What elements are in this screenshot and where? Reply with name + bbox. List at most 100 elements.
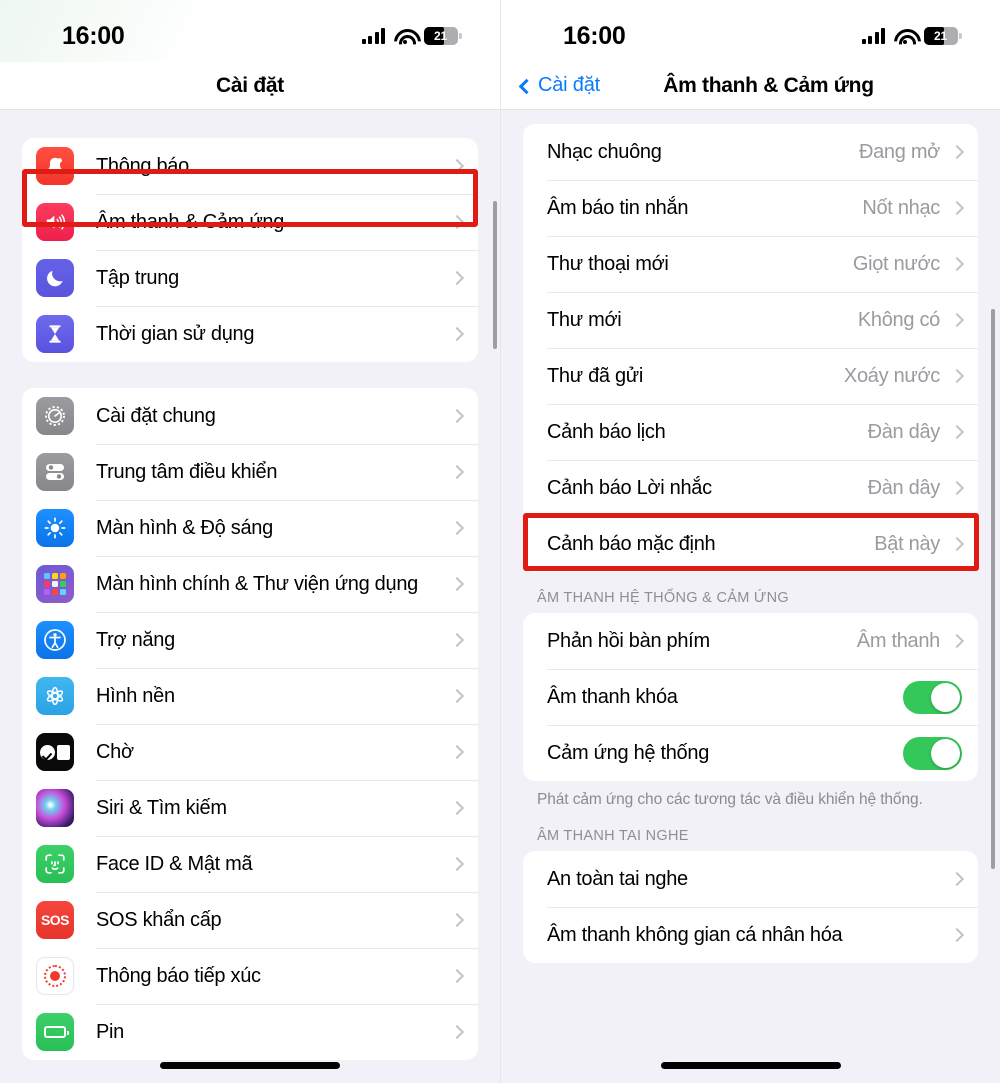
nav-bar-left: Cài đặt xyxy=(0,62,500,109)
row-value: Đàn dây xyxy=(867,420,941,443)
sidebar-item-display-brightness[interactable]: Màn hình & Độ sáng xyxy=(22,500,478,556)
row-headphone-safety[interactable]: An toàn tai nghe xyxy=(523,851,978,907)
chevron-right-icon xyxy=(449,576,465,592)
chevron-right-icon xyxy=(449,856,465,872)
chevron-left-icon xyxy=(518,78,535,94)
row-value: Bật này xyxy=(874,532,940,555)
row-keyboard-feedback[interactable]: Phản hồi bàn phím Âm thanh xyxy=(523,613,978,669)
row-value: Giọt nước xyxy=(852,252,940,275)
row-system-haptics[interactable]: Cảm ứng hệ thống xyxy=(523,725,978,781)
row-text-tone[interactable]: Âm báo tin nhắn Nốt nhạc xyxy=(523,180,978,236)
row-new-voicemail[interactable]: Thư thoại mới Giọt nước xyxy=(523,236,978,292)
row-ringtone[interactable]: Nhạc chuông Đang mở xyxy=(523,124,978,180)
sidebar-item-notifications[interactable]: Thông báo xyxy=(22,138,478,194)
battery-percent: 21 xyxy=(434,29,447,43)
row-label: Thư mới xyxy=(547,308,622,331)
chevron-right-icon xyxy=(949,312,965,328)
row-calendar-alerts[interactable]: Cảnh báo lịch Đàn dây xyxy=(523,404,978,460)
sidebar-item-standby[interactable]: Chờ xyxy=(22,724,478,780)
sidebar-item-label: Màn hình & Độ sáng xyxy=(96,516,273,539)
row-label: Cảnh báo lịch xyxy=(547,420,666,443)
sidebar-item-focus[interactable]: Tập trung xyxy=(22,250,478,306)
row-new-mail[interactable]: Thư mới Không có xyxy=(523,292,978,348)
chevron-right-icon xyxy=(449,968,465,984)
sidebar-item-general[interactable]: Cài đặt chung xyxy=(22,388,478,444)
chevron-right-icon xyxy=(449,520,465,536)
sidebar-item-label: Thông báo tiếp xúc xyxy=(96,964,261,987)
home-indicator-left xyxy=(160,1062,340,1069)
chevron-right-icon xyxy=(949,256,965,272)
status-bar-right: 16:00 21 xyxy=(501,0,1000,62)
scrollbar-left[interactable] xyxy=(493,201,497,349)
chevron-right-icon xyxy=(449,632,465,648)
speaker-icon xyxy=(36,203,74,241)
row-sent-mail[interactable]: Thư đã gửi Xoáy nước xyxy=(523,348,978,404)
sos-icon: SOS xyxy=(36,901,74,939)
battery-icon: 21 xyxy=(424,27,462,45)
sidebar-item-label: Màn hình chính & Thư viện ứng dụng xyxy=(96,572,418,595)
row-label: Nhạc chuông xyxy=(547,140,662,163)
settings-list-left: Thông báo Âm thanh & Cảm ứng Tập trung T… xyxy=(0,110,500,1083)
row-reminder-alerts[interactable]: Cảnh báo Lời nhắc Đàn dây xyxy=(523,460,978,516)
battery-settings-icon xyxy=(36,1013,74,1051)
sidebar-item-label: Cài đặt chung xyxy=(96,404,216,427)
accessibility-icon xyxy=(36,621,74,659)
sidebar-item-siri-search[interactable]: Siri & Tìm kiếm xyxy=(22,780,478,836)
chevron-right-icon xyxy=(449,744,465,760)
sidebar-item-accessibility[interactable]: Trợ năng xyxy=(22,612,478,668)
sidebar-item-label: Thời gian sử dụng xyxy=(96,322,255,345)
chevron-right-icon xyxy=(449,1024,465,1040)
dual-screenshot-container: 16:00 21 Cài đặt Thông báo Âm thanh & Cả… xyxy=(0,0,1000,1083)
sidebar-item-label: Âm thanh & Cảm ứng xyxy=(96,210,285,233)
toggle-system-haptics[interactable] xyxy=(903,736,962,770)
page-title-left: Cài đặt xyxy=(216,73,284,97)
row-personalized-spatial-audio[interactable]: Âm thanh không gian cá nhân hóa xyxy=(523,907,978,963)
row-value: Đang mở xyxy=(858,140,940,163)
sidebar-item-label: Siri & Tìm kiếm xyxy=(96,796,227,819)
exposure-glyph xyxy=(44,965,66,987)
nav-bar-right: Cài đặt Âm thanh & Cảm ứng xyxy=(501,62,1000,109)
chevron-right-icon xyxy=(449,688,465,704)
sidebar-item-screen-time[interactable]: Thời gian sử dụng xyxy=(22,306,478,362)
chevron-right-icon xyxy=(949,928,965,943)
sidebar-item-label: Trung tâm điều khiển xyxy=(96,460,278,483)
sidebar-item-label: SOS khẩn cấp xyxy=(96,908,222,931)
row-value: Không có xyxy=(857,308,940,331)
back-button[interactable]: Cài đặt xyxy=(518,74,600,97)
chevron-right-icon xyxy=(949,536,965,552)
sidebar-item-label: Pin xyxy=(96,1020,125,1043)
row-label: Âm thanh không gian cá nhân hóa xyxy=(547,923,843,946)
chevron-right-icon xyxy=(949,872,965,887)
wallpaper-icon xyxy=(36,677,74,715)
sidebar-item-emergency-sos[interactable]: SOS SOS khẩn cấp xyxy=(22,892,478,948)
sidebar-item-control-center[interactable]: Trung tâm điều khiển xyxy=(22,444,478,500)
chevron-right-icon xyxy=(449,800,465,816)
brightness-icon xyxy=(36,509,74,547)
row-lock-sound[interactable]: Âm thanh khóa xyxy=(523,669,978,725)
faceid-icon xyxy=(36,845,74,883)
scrollbar-right[interactable] xyxy=(991,309,995,869)
sidebar-item-label: Trợ năng xyxy=(96,628,175,651)
status-icon-group: 21 xyxy=(861,27,962,45)
chevron-right-icon xyxy=(449,214,465,230)
chevron-right-icon xyxy=(949,424,965,440)
section-header-system-sounds: ÂM THANH HỆ THỐNG & CẢM ỨNG xyxy=(537,590,789,606)
exposure-notification-icon xyxy=(36,957,74,995)
right-phone-screen: 16:00 21 Cài đặt Âm thanh & Cảm ứng Nhạc… xyxy=(500,0,1000,1083)
battery-glyph xyxy=(44,1026,69,1038)
sidebar-item-home-screen[interactable]: Màn hình chính & Thư viện ứng dụng xyxy=(22,556,478,612)
row-label: Phản hồi bàn phím xyxy=(547,629,710,652)
sidebar-item-sounds-haptics[interactable]: Âm thanh & Cảm ứng xyxy=(22,194,478,250)
settings-group-2: Cài đặt chung Trung tâm điều khiển Màn h… xyxy=(22,388,478,1060)
toggle-lock-sound[interactable] xyxy=(903,680,962,714)
sidebar-item-wallpaper[interactable]: Hình nền xyxy=(22,668,478,724)
sidebar-item-label: Chờ xyxy=(96,740,134,763)
sidebar-item-exposure-notifications[interactable]: Thông báo tiếp xúc xyxy=(22,948,478,1004)
chevron-right-icon xyxy=(949,633,965,649)
sidebar-item-battery[interactable]: Pin xyxy=(22,1004,478,1060)
status-clock: 16:00 xyxy=(563,21,626,50)
row-default-alerts[interactable]: Cảnh báo mặc định Bật này xyxy=(523,516,978,572)
grid-glyph xyxy=(44,573,66,595)
sidebar-item-face-id[interactable]: Face ID & Mật mã xyxy=(22,836,478,892)
chevron-right-icon xyxy=(449,912,465,928)
